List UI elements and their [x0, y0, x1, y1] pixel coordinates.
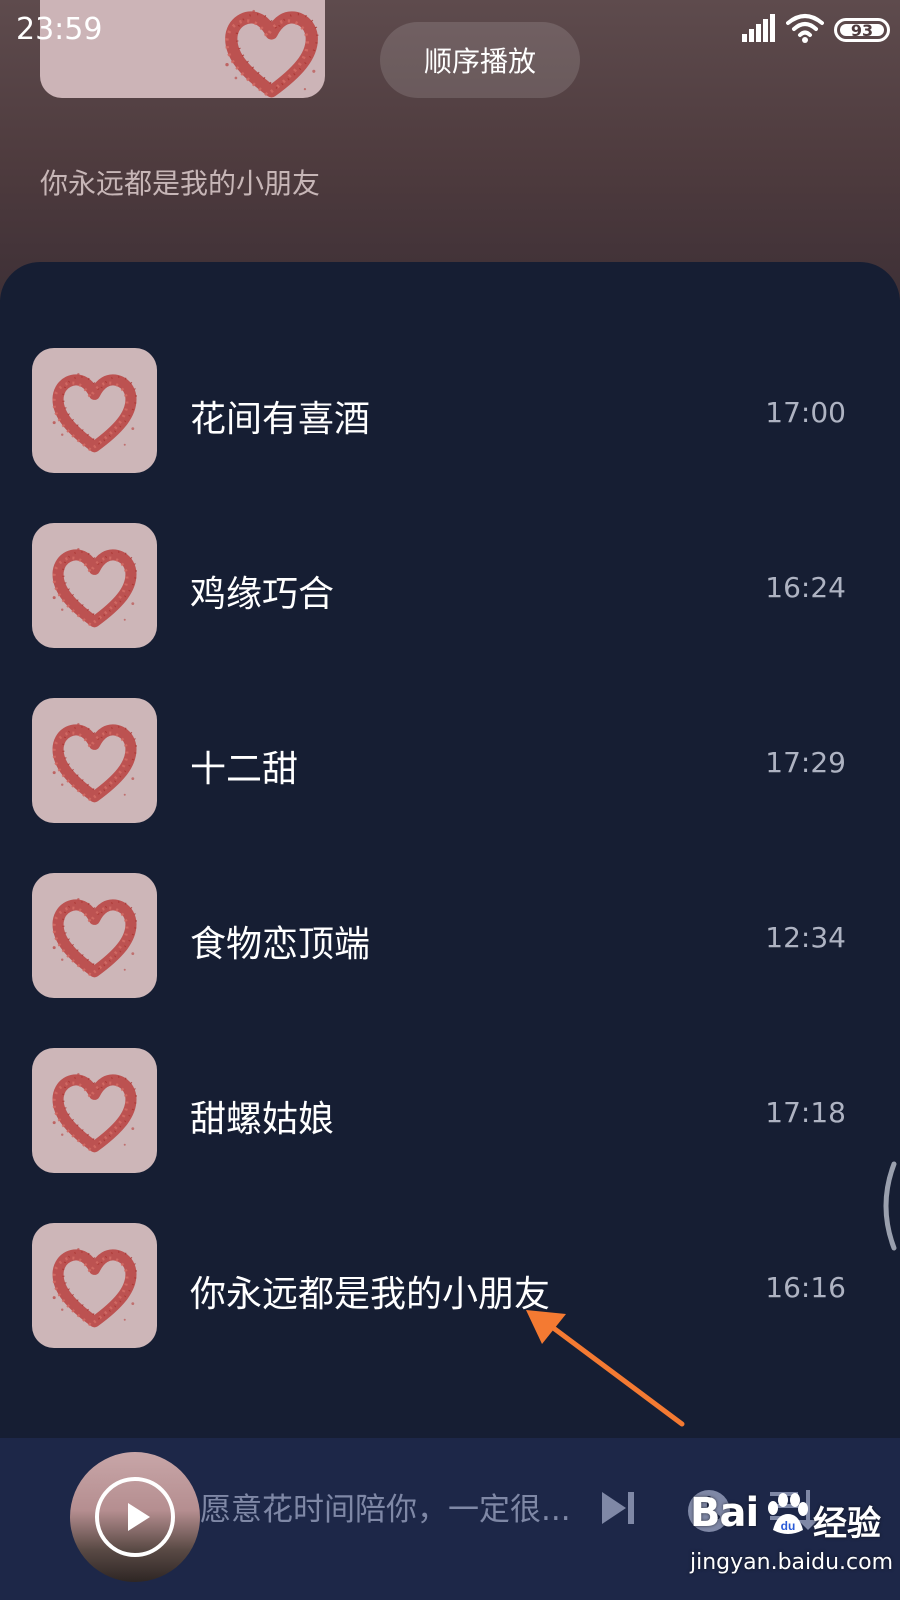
song-row[interactable]: 花间有喜酒 17:00: [0, 348, 900, 473]
svg-text:du: du: [781, 1519, 796, 1533]
song-row[interactable]: 鸡缘巧合 16:24: [0, 523, 900, 648]
song-duration: 17:29: [765, 746, 846, 779]
song-duration: 17:18: [765, 1096, 846, 1129]
next-icon[interactable]: [598, 1488, 638, 1528]
song-duration: 17:00: [765, 396, 846, 429]
current-album-title: 你永远都是我的小朋友: [40, 167, 321, 200]
song-title: 花间有喜酒: [190, 399, 371, 440]
song-cover: [32, 348, 157, 473]
paw-icon: du: [768, 1493, 808, 1534]
now-playing-disc[interactable]: [70, 1452, 200, 1582]
watermark-url: jingyan.baidu.com: [690, 1550, 894, 1575]
song-title: 食物恋顶端: [190, 924, 371, 965]
song-title: 鸡缘巧合: [190, 574, 335, 615]
song-row[interactable]: 甜螺姑娘 17:18: [0, 1048, 900, 1173]
watermark-brand: Bai: [690, 1490, 759, 1536]
lyric-text: 愿意花时间陪你，一定很...: [200, 1492, 571, 1528]
song-cover: [32, 1048, 157, 1173]
status-bar: 23:59 93: [0, 0, 900, 62]
edge-scroll-handle[interactable]: [872, 1160, 900, 1252]
song-duration: 16:16: [765, 1271, 846, 1304]
now-playing-header: 顺序播放 你永远都是我的小朋友 23:59 93: [0, 0, 900, 300]
battery-indicator: 93: [834, 18, 890, 42]
annotation-arrow: [526, 1310, 685, 1427]
song-cover: [32, 873, 157, 998]
signal-icon: [742, 14, 775, 42]
song-row[interactable]: 十二甜 17:29: [0, 698, 900, 823]
song-cover: [32, 698, 157, 823]
song-duration: 12:34: [765, 921, 846, 954]
baidu-jingyan-watermark: Bai du 经验 jingyan.baidu.com: [668, 1490, 900, 1600]
song-cover: [32, 1223, 157, 1348]
song-row[interactable]: 你永远都是我的小朋友 16:16: [0, 1223, 900, 1348]
song-duration: 16:24: [765, 571, 846, 604]
song-title: 你永远都是我的小朋友: [190, 1274, 551, 1315]
play-icon[interactable]: [95, 1477, 175, 1557]
wifi-icon: [786, 14, 824, 43]
playlist-sheet: 花间有喜酒 17:00 鸡缘巧合 16:24 十二甜 17:29 食物恋顶端 1…: [0, 262, 900, 1442]
song-title: 甜螺姑娘: [190, 1099, 335, 1140]
watermark-suffix: 经验: [813, 1504, 881, 1544]
song-title: 十二甜: [190, 749, 299, 790]
song-cover: [32, 523, 157, 648]
battery-level: 93: [850, 20, 874, 40]
song-row[interactable]: 食物恋顶端 12:34: [0, 873, 900, 998]
status-time: 23:59: [16, 12, 103, 47]
